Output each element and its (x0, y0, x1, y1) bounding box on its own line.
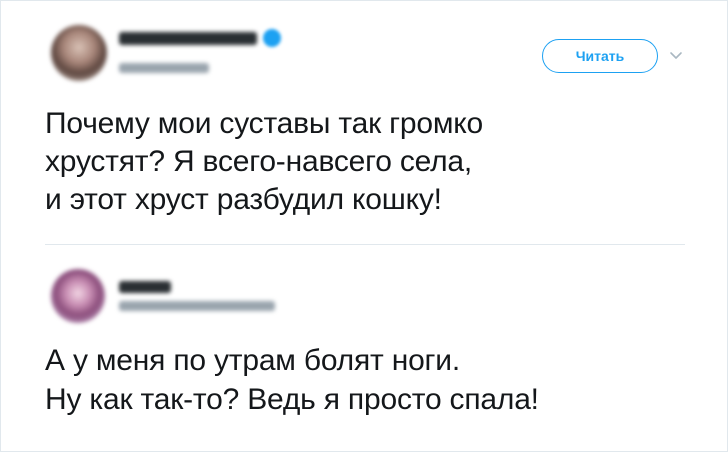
author-handle-blurred (119, 301, 275, 311)
tweet-text-line: хрустят? Я всего-навсего села, (45, 145, 473, 178)
author-name-blurred[interactable] (119, 281, 171, 293)
tweet-text: Почему мои суставы так громко хрустят? Я… (45, 105, 483, 219)
tweet-text-line: Почему мои суставы так громко (45, 107, 484, 140)
avatar[interactable] (51, 269, 105, 323)
chevron-down-icon[interactable] (669, 51, 683, 61)
follow-button[interactable]: Читать (542, 39, 658, 73)
avatar[interactable] (51, 25, 107, 81)
verified-badge-icon (263, 29, 281, 47)
tweet-screenshot: Читать Почему мои суставы так громко хру… (0, 0, 728, 452)
tweet-text-line: и этот хруст разбудил кошку! (45, 183, 442, 216)
tweet-text-line: А у меня по утрам болят ноги. (45, 344, 460, 377)
tweet-text-line: Ну как так-то? Ведь я просто спала! (45, 383, 539, 416)
author-handle-blurred (119, 63, 209, 73)
tweet-text: А у меня по утрам болят ноги. Ну как так… (45, 341, 539, 419)
author-name-blurred[interactable] (119, 32, 257, 45)
